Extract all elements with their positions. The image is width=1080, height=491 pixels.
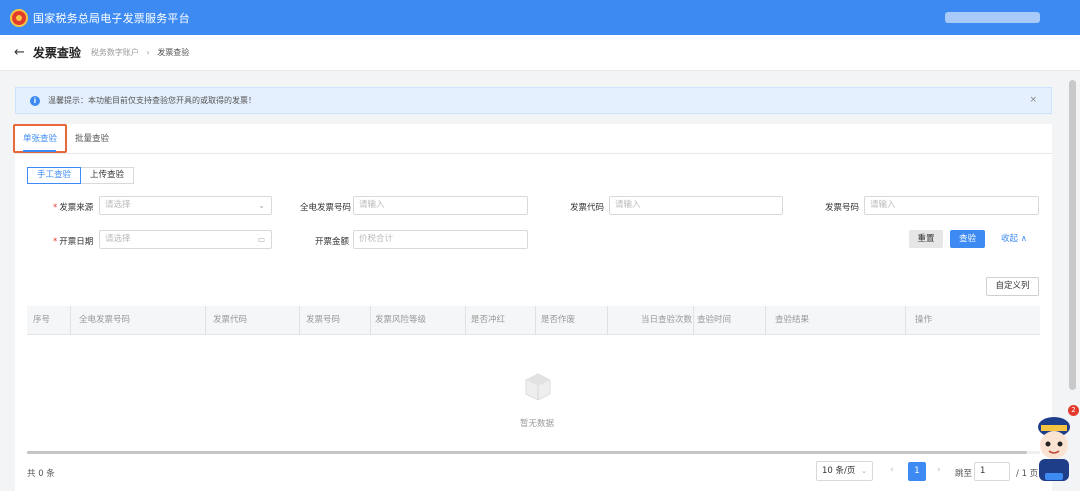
- tab-bar: 单张查验 批量查验: [13, 124, 1052, 154]
- user-info[interactable]: [945, 12, 1040, 23]
- column-header: 是否冲红: [471, 315, 506, 325]
- column-divider: [905, 306, 906, 335]
- column-header: 序号: [33, 315, 51, 325]
- info-icon: i: [30, 95, 40, 106]
- goto-page-input[interactable]: 1: [974, 462, 1010, 481]
- notification-badge: 2: [1068, 405, 1079, 416]
- tab-highlight-box: [13, 124, 67, 153]
- invoice-code-label: 发票代码: [570, 203, 605, 213]
- collapse-button[interactable]: 收起 ∧: [997, 230, 1031, 248]
- invoice-amount-input[interactable]: 价税合计: [353, 230, 528, 249]
- page-header: ← 发票查验 税务数字账户 › 发票查验: [0, 35, 1080, 71]
- top-bar: 国家税务总局电子发票服务平台: [0, 0, 1080, 35]
- column-header: 是否作废: [541, 315, 576, 325]
- source-label: * 发票来源: [53, 203, 94, 213]
- scrollbar-thumb[interactable]: [27, 451, 1027, 454]
- column-header: 发票风险等级: [375, 315, 427, 325]
- tab-batch-check[interactable]: 批量查验: [75, 124, 109, 154]
- app-title: 国家税务总局电子发票服务平台: [33, 11, 190, 25]
- breadcrumb: 税务数字账户 › 发票查验: [91, 47, 189, 58]
- mode-switch: 手工查验 上传查验: [27, 167, 135, 184]
- column-header: 当日查验次数: [641, 315, 693, 325]
- full-invoice-number-label: 全电发票号码: [300, 203, 352, 213]
- back-arrow-icon[interactable]: ←: [14, 45, 25, 60]
- column-divider: [765, 306, 766, 335]
- column-divider: [70, 306, 71, 335]
- column-header: 全电发票号码: [79, 315, 131, 325]
- invoice-number-label: 发票号码: [825, 203, 860, 213]
- close-icon[interactable]: ×: [1029, 95, 1037, 105]
- issue-date-picker[interactable]: 请选择 ▭: [99, 230, 272, 249]
- assistant-mascot-icon[interactable]: [1031, 407, 1077, 487]
- invoice-number-input[interactable]: 请输入: [864, 196, 1039, 215]
- invoice-code-input[interactable]: 请输入: [609, 196, 783, 215]
- reset-button[interactable]: 重置: [909, 230, 943, 248]
- breadcrumb-separator: ›: [146, 48, 150, 57]
- column-divider: [607, 306, 608, 335]
- page-vertical-scrollbar[interactable]: [1069, 80, 1076, 390]
- full-invoice-number-input[interactable]: 请输入: [353, 196, 528, 215]
- manual-check-button[interactable]: 手工查验: [27, 167, 82, 184]
- notice-banner: i 温馨提示：本功能目前仅支持查验您开具的或取得的发票！ ×: [15, 87, 1052, 114]
- column-divider: [205, 306, 206, 335]
- page-size-select[interactable]: 10 条/页 ⌄: [816, 461, 873, 481]
- breadcrumb-item-current: 发票查验: [157, 48, 190, 57]
- column-header: 发票号码: [306, 315, 341, 325]
- table-header: 序号 全电发票号码 发票代码 发票号码 发票风险等级 是否冲红 是否作废 当日查…: [27, 306, 1040, 335]
- column-header: 操作: [915, 315, 933, 325]
- table-horizontal-scrollbar[interactable]: [27, 451, 1040, 454]
- breadcrumb-item-account[interactable]: 税务数字账户: [91, 48, 139, 57]
- column-header: 发票代码: [213, 315, 248, 325]
- query-button[interactable]: 查验: [950, 230, 985, 248]
- prev-page-icon[interactable]: ‹: [890, 465, 894, 475]
- calendar-icon: ▭: [257, 235, 265, 244]
- page-title: 发票查验: [32, 46, 81, 60]
- goto-label: 跳至: [955, 469, 973, 479]
- issue-date-label: * 开票日期: [53, 237, 94, 247]
- invoice-amount-label: 开票金额: [315, 237, 350, 247]
- empty-box-icon: [525, 373, 551, 401]
- source-select[interactable]: 请选择 ⌄: [99, 196, 272, 215]
- tab-active-underline: [23, 150, 56, 152]
- total-count: 共 0 条: [27, 469, 55, 479]
- upload-check-button[interactable]: 上传查验: [81, 167, 135, 184]
- column-header: 查验结果: [775, 315, 810, 325]
- chevron-down-icon: ⌄: [861, 467, 867, 475]
- notice-text: 温馨提示：本功能目前仅支持查验您开具的或取得的发票！: [48, 96, 256, 105]
- custom-columns-button[interactable]: 自定义列: [986, 277, 1039, 296]
- empty-state-text: 暂无数据: [519, 419, 554, 429]
- chevron-down-icon: ⌄: [258, 201, 265, 210]
- tax-emblem-icon: [10, 8, 28, 27]
- page-number-current[interactable]: 1: [908, 462, 926, 481]
- next-page-icon[interactable]: ›: [937, 465, 941, 475]
- column-header: 查验时间: [697, 315, 732, 325]
- main-card: 单张查验 批量查验 手工查验 上传查验 * 发票来源 请选择 ⌄ 全电发票号码 请…: [13, 124, 1052, 491]
